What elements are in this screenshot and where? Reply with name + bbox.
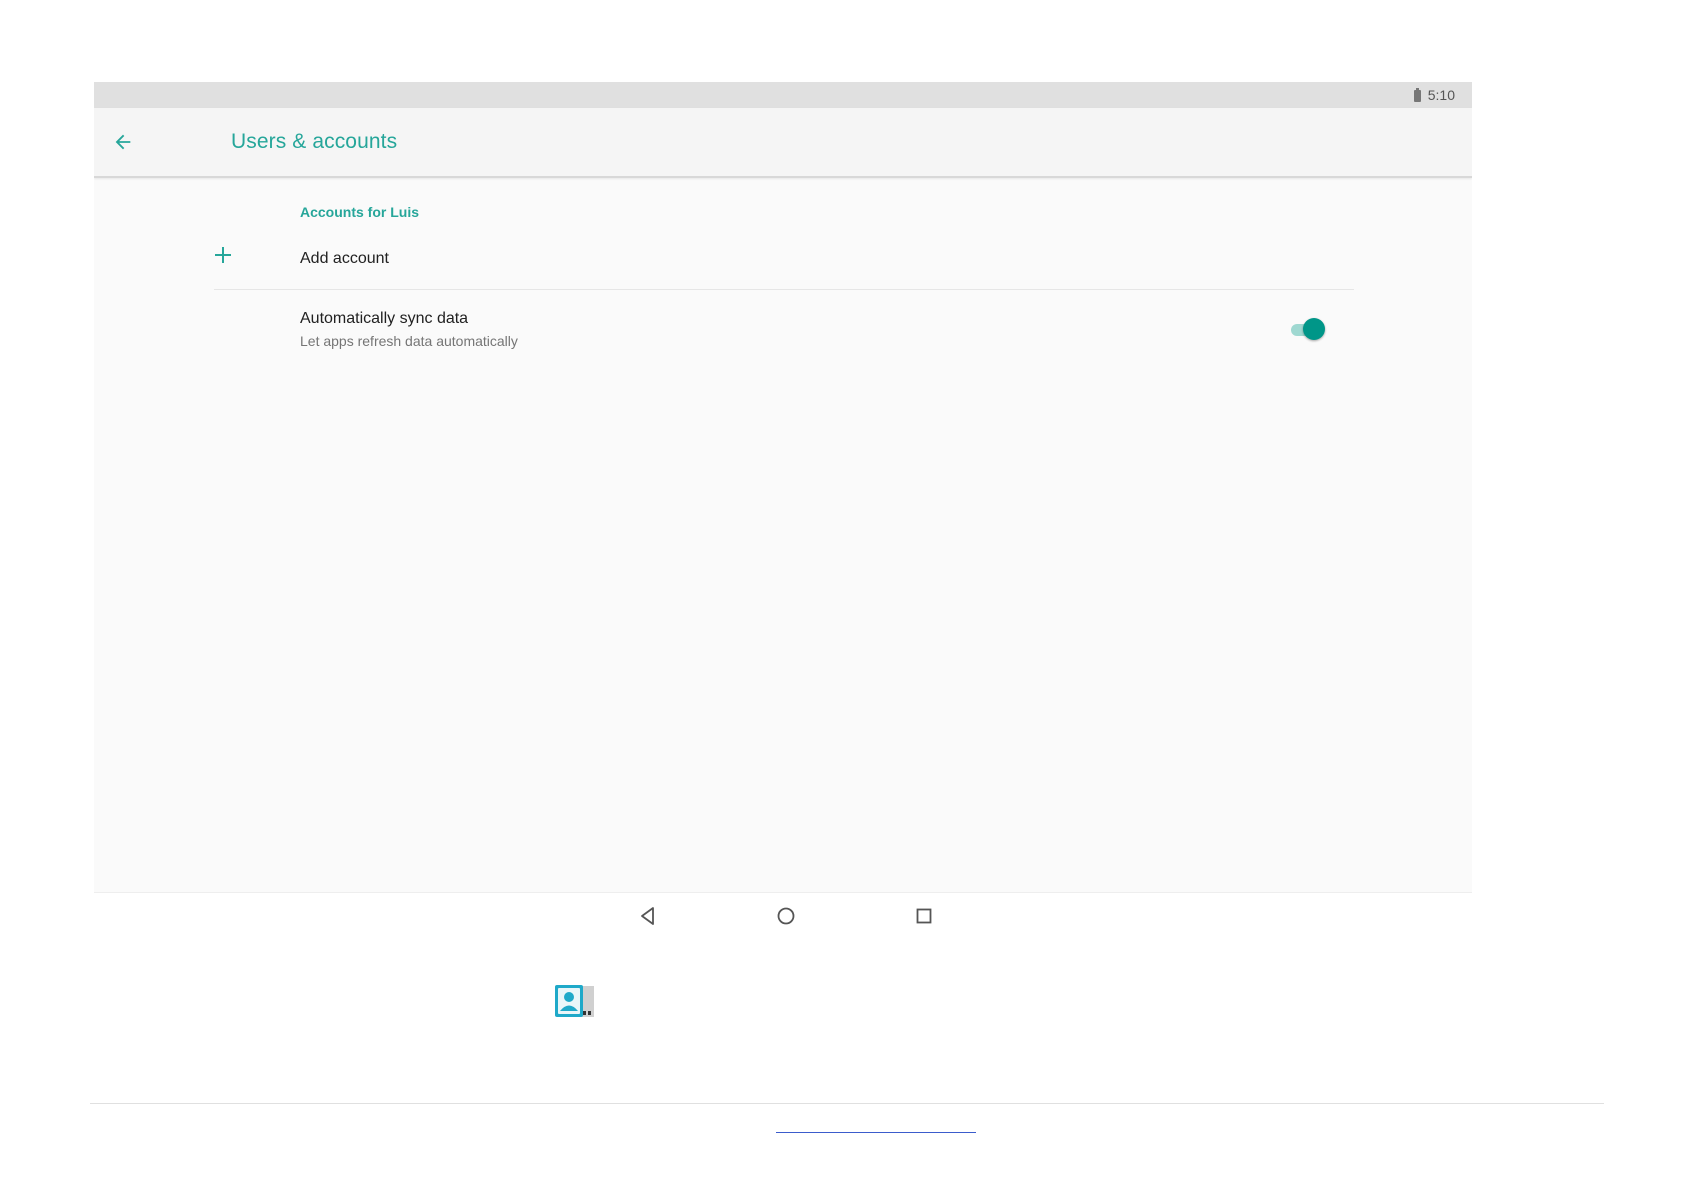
auto-sync-title: Automatically sync data	[300, 310, 469, 327]
square-recents-icon[interactable]	[913, 905, 935, 927]
triangle-back-icon[interactable]	[637, 905, 659, 927]
device-screen: 5:10 Users & accounts Accounts for Luis …	[94, 82, 1472, 892]
page: 5:10 Users & accounts Accounts for Luis …	[0, 0, 1684, 1191]
auto-sync-summary: Let apps refresh data automatically	[300, 333, 518, 349]
status-bar: 5:10	[94, 82, 1472, 108]
divider	[214, 289, 1354, 290]
app-bar: Users & accounts	[94, 108, 1472, 178]
add-account-label: Add account	[300, 250, 389, 267]
navigation-bar	[94, 892, 1472, 941]
status-time: 5:10	[1427, 87, 1455, 103]
arrow-back-icon[interactable]	[112, 131, 134, 153]
auto-sync-switch[interactable]	[1289, 317, 1327, 341]
plus-icon	[215, 247, 231, 263]
circle-home-icon[interactable]	[775, 905, 797, 927]
switch-thumb	[1303, 318, 1325, 340]
accounts-section-header: Accounts for Luis	[300, 204, 420, 220]
status-indicators: 5:10	[1413, 86, 1455, 104]
footer-link[interactable]	[776, 1118, 976, 1133]
page-title: Users & accounts	[231, 130, 398, 153]
footer-rule	[90, 1103, 1604, 1104]
battery-icon	[1413, 88, 1421, 102]
contacts-app-icon	[555, 985, 594, 1017]
